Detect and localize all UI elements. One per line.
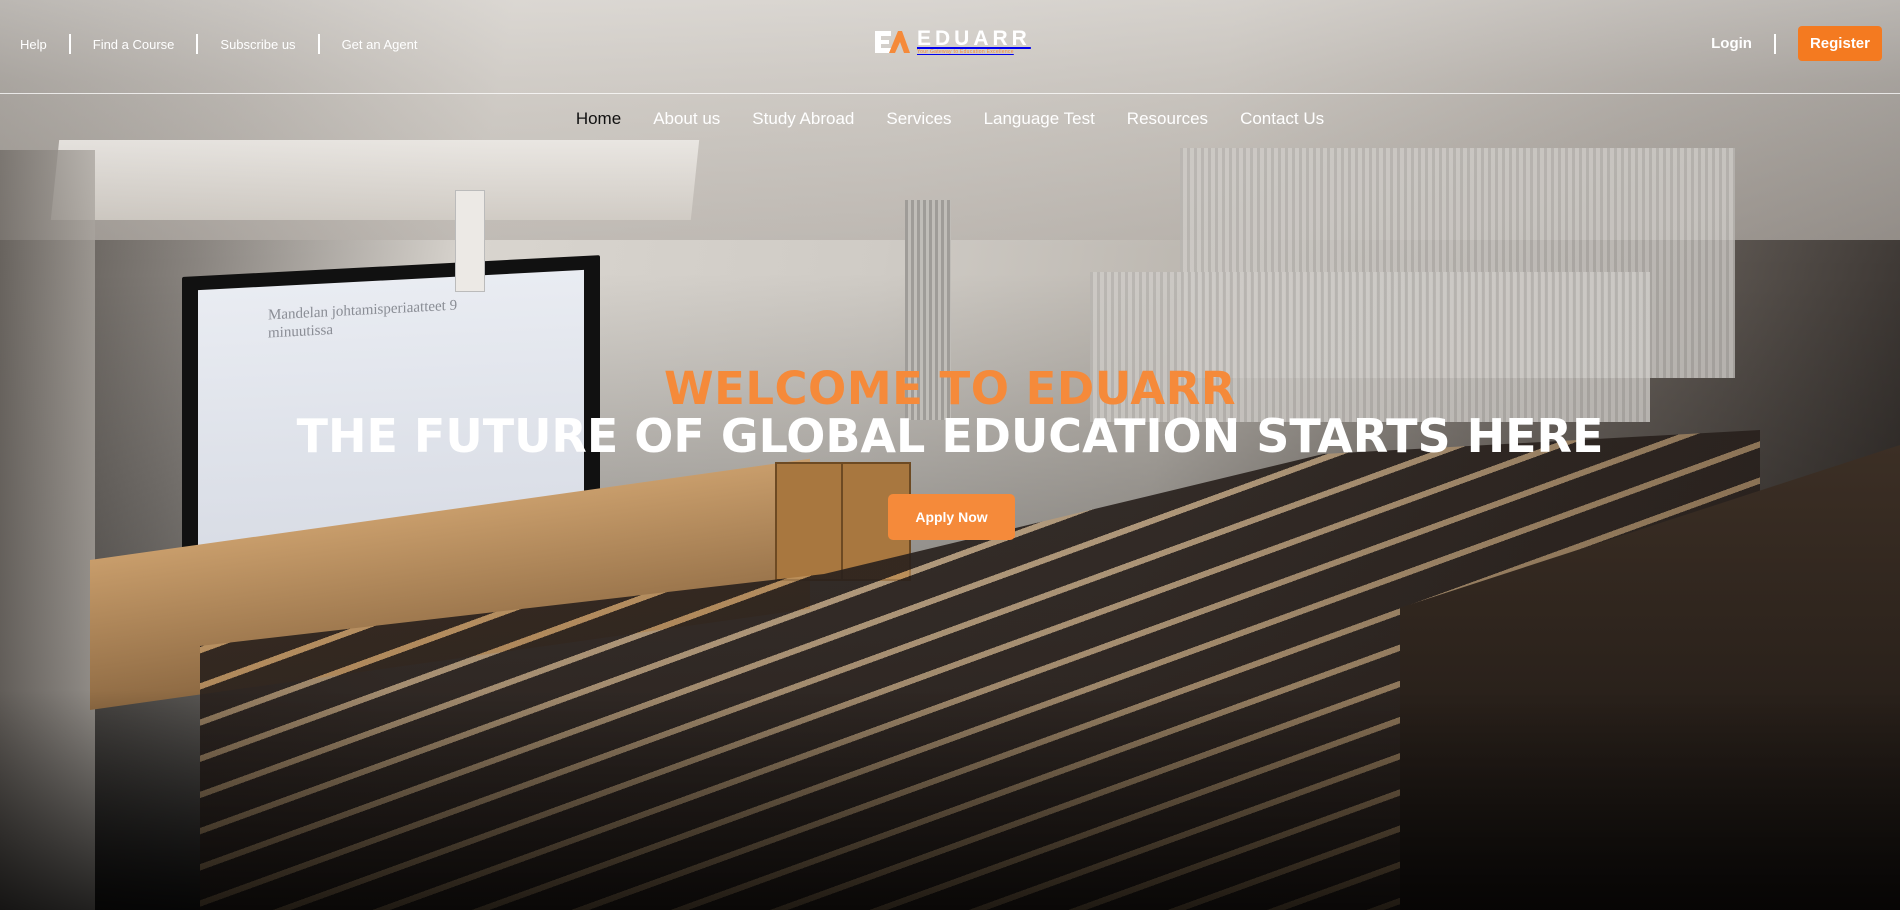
speaker-array: [455, 190, 485, 292]
nav-item-home[interactable]: Home: [576, 109, 621, 129]
door-split: [841, 464, 843, 579]
logo-wordmark: EDUARR Your Gateway to Education Excelle…: [917, 27, 1031, 55]
hero-welcome-heading: WELCOME TO EDUARR: [663, 362, 1236, 415]
help-link[interactable]: Help: [20, 37, 47, 52]
nav-item-resources[interactable]: Resources: [1127, 109, 1208, 129]
find-course-link[interactable]: Find a Course: [93, 37, 175, 52]
logo-name: EDUARR: [917, 27, 1031, 50]
hero-headline: THE FUTURE OF GLOBAL EDUCATION STARTS HE…: [296, 409, 1604, 463]
hero-section: WELCOME TO EDUARR THE FUTURE OF GLOBAL E…: [0, 362, 1900, 463]
utility-divider: [196, 34, 199, 54]
nav-item-study-abroad[interactable]: Study Abroad: [752, 109, 854, 129]
nav-item-language-test[interactable]: Language Test: [984, 109, 1095, 129]
nav-item-about-us[interactable]: About us: [653, 109, 720, 129]
logo-tagline: Your Gateway to Education Excellence: [917, 49, 1014, 55]
slide-text: Mandelan johtamisperiaatteet 9 minuutiss…: [268, 297, 458, 342]
nav-item-services[interactable]: Services: [886, 109, 951, 129]
auth-controls: Login Register: [1711, 26, 1882, 61]
apply-now-button[interactable]: Apply Now: [888, 494, 1015, 540]
utility-links: Help Find a Course Subscribe us Get an A…: [20, 34, 417, 54]
subscribe-link[interactable]: Subscribe us: [220, 37, 295, 52]
ceiling-panel: [50, 140, 700, 220]
site-logo[interactable]: EDUARR Your Gateway to Education Excelle…: [873, 28, 1031, 56]
get-agent-link[interactable]: Get an Agent: [342, 37, 418, 52]
register-button[interactable]: Register: [1797, 26, 1882, 61]
logo-mark-icon: [873, 28, 911, 56]
nav-item-contact-us[interactable]: Contact Us: [1240, 109, 1324, 129]
login-link[interactable]: Login: [1711, 35, 1752, 52]
utility-divider: [317, 34, 320, 54]
main-nav: Home About us Study Abroad Services Lang…: [0, 109, 1900, 129]
utility-divider: [68, 34, 71, 54]
auth-divider: [1773, 33, 1776, 54]
front-shadow: [0, 690, 1900, 910]
top-bar: Help Find a Course Subscribe us Get an A…: [0, 0, 1900, 94]
